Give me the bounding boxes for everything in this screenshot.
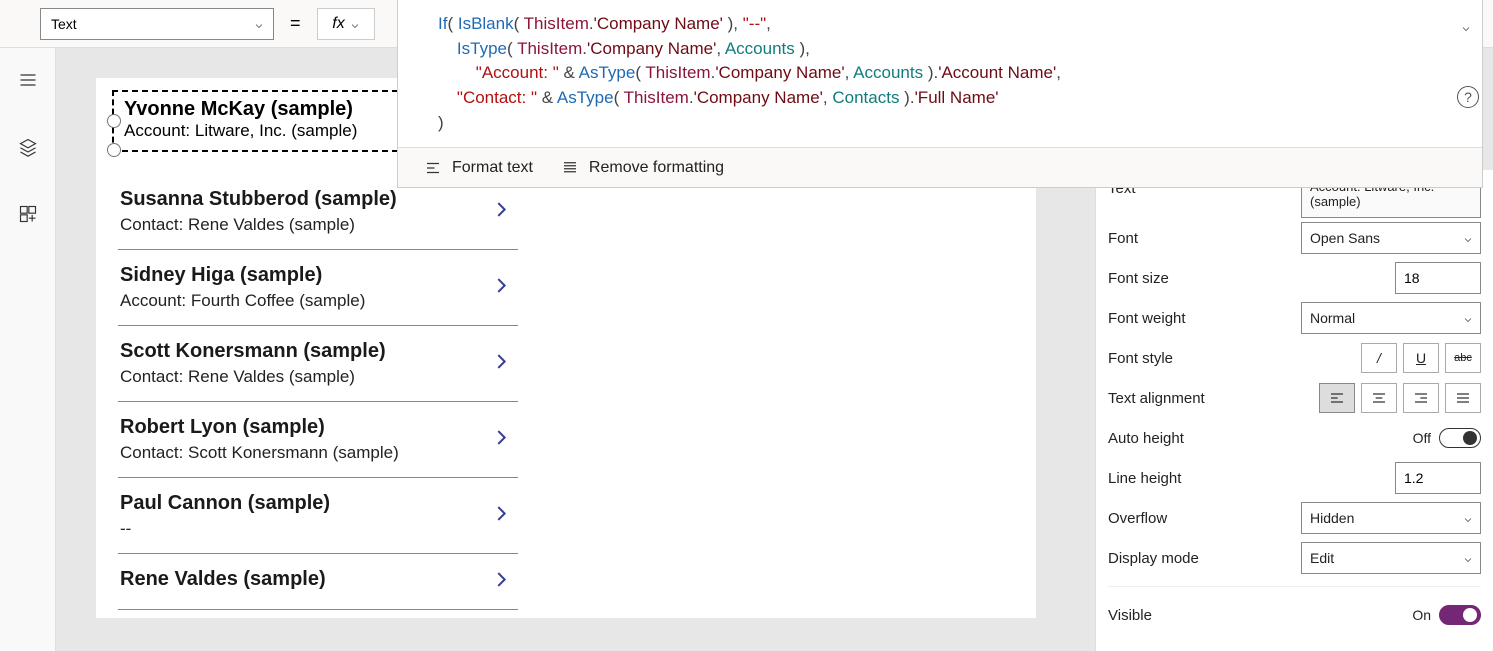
formula-editor-toolbar: Format text Remove formatting xyxy=(398,147,1482,187)
chevron-right-icon[interactable] xyxy=(490,198,512,225)
prop-autoheight-label: Auto height xyxy=(1108,430,1413,447)
layers-icon[interactable] xyxy=(18,137,38,162)
properties-panel: Text Account: Litware, Inc. (sample) Fon… xyxy=(1095,170,1493,651)
italic-button[interactable]: / xyxy=(1361,343,1397,373)
chevron-down-icon xyxy=(1462,313,1472,323)
prop-overflow-label: Overflow xyxy=(1108,510,1301,527)
fx-icon[interactable]: fx xyxy=(317,8,375,40)
resize-handle[interactable] xyxy=(107,143,121,157)
chevron-down-icon xyxy=(1462,553,1472,563)
equals-sign: = xyxy=(284,13,307,34)
insert-icon[interactable] xyxy=(18,204,38,229)
chevron-down-icon xyxy=(1462,513,1472,523)
gallery-item-title: Rene Valdes (sample) xyxy=(120,568,470,591)
remove-formatting-label: Remove formatting xyxy=(589,159,724,177)
gallery-item-subtitle: Contact: Rene Valdes (sample) xyxy=(120,215,470,235)
prop-overflow-select[interactable]: Hidden xyxy=(1301,502,1481,534)
prop-fontstyle-label: Font style xyxy=(1108,350,1361,367)
formula-editor: If( IsBlank( ThisItem.'Company Name' ), … xyxy=(397,0,1483,188)
chevron-right-icon[interactable] xyxy=(490,568,512,595)
gallery-item[interactable]: Sidney Higa (sample) Account: Fourth Cof… xyxy=(118,250,518,326)
align-left-button[interactable] xyxy=(1319,383,1355,413)
visible-toggle[interactable] xyxy=(1439,605,1481,625)
gallery-item-title: Scott Konersmann (sample) xyxy=(120,340,470,363)
help-icon[interactable]: ? xyxy=(1457,86,1479,108)
format-text-label: Format text xyxy=(452,159,533,177)
chevron-right-icon[interactable] xyxy=(490,502,512,529)
prop-fontsize-label: Font size xyxy=(1108,270,1395,287)
gallery-item[interactable]: Paul Cannon (sample) -- xyxy=(118,478,518,554)
gallery-item[interactable]: Scott Konersmann (sample) Contact: Rene … xyxy=(118,326,518,402)
prop-displaymode-label: Display mode xyxy=(1108,550,1301,567)
hamburger-icon[interactable] xyxy=(18,70,38,95)
gallery-item[interactable]: Rene Valdes (sample) xyxy=(118,554,518,610)
underline-button[interactable]: U xyxy=(1403,343,1439,373)
prop-textalign-label: Text alignment xyxy=(1108,390,1319,407)
chevron-down-icon xyxy=(253,19,263,29)
chevron-right-icon[interactable] xyxy=(490,350,512,377)
resize-handle[interactable] xyxy=(107,114,121,128)
gallery-item-subtitle: -- xyxy=(120,519,470,539)
prop-displaymode-select[interactable]: Edit xyxy=(1301,542,1481,574)
chevron-right-icon[interactable] xyxy=(490,274,512,301)
align-right-button[interactable] xyxy=(1403,383,1439,413)
gallery-item[interactable]: Robert Lyon (sample) Contact: Scott Kone… xyxy=(118,402,518,478)
align-justify-button[interactable] xyxy=(1445,383,1481,413)
prop-fontsize-input[interactable] xyxy=(1395,262,1481,294)
prop-lineheight-label: Line height xyxy=(1108,470,1395,487)
autoheight-toggle[interactable] xyxy=(1439,428,1481,448)
collapse-editor-icon[interactable] xyxy=(1460,22,1470,32)
prop-lineheight-input[interactable] xyxy=(1395,462,1481,494)
prop-visible-label: Visible xyxy=(1108,607,1412,624)
gallery-item-subtitle: Contact: Rene Valdes (sample) xyxy=(120,367,470,387)
gallery-item-subtitle: Account: Fourth Coffee (sample) xyxy=(120,291,470,311)
prop-autoheight-value: Off xyxy=(1413,430,1431,446)
gallery-item-title: Robert Lyon (sample) xyxy=(120,416,470,439)
gallery-item-subtitle: Contact: Scott Konersmann (sample) xyxy=(120,443,470,463)
gallery-item-title: Sidney Higa (sample) xyxy=(120,264,470,287)
prop-font-label: Font xyxy=(1108,230,1301,247)
left-nav-rail xyxy=(0,0,56,651)
strikethrough-button[interactable]: abc xyxy=(1445,343,1481,373)
gallery[interactable]: Susanna Stubberod (sample) Contact: Rene… xyxy=(118,174,518,610)
prop-fontweight-label: Font weight xyxy=(1108,310,1301,327)
format-text-button[interactable]: Format text xyxy=(424,159,533,177)
chevron-down-icon xyxy=(1462,233,1472,243)
gallery-item-title: Susanna Stubberod (sample) xyxy=(120,188,470,211)
gallery-item-title: Paul Cannon (sample) xyxy=(120,492,470,515)
prop-fontweight-select[interactable]: Normal xyxy=(1301,302,1481,334)
prop-font-select[interactable]: Open Sans xyxy=(1301,222,1481,254)
chevron-down-icon xyxy=(349,19,359,29)
property-selector-value: Text xyxy=(51,16,77,32)
align-center-button[interactable] xyxy=(1361,383,1397,413)
remove-formatting-button[interactable]: Remove formatting xyxy=(561,159,724,177)
chevron-right-icon[interactable] xyxy=(490,426,512,453)
property-selector[interactable]: Text xyxy=(40,8,274,40)
prop-visible-value: On xyxy=(1412,607,1431,623)
formula-code[interactable]: If( IsBlank( ThisItem.'Company Name' ), … xyxy=(398,0,1482,147)
